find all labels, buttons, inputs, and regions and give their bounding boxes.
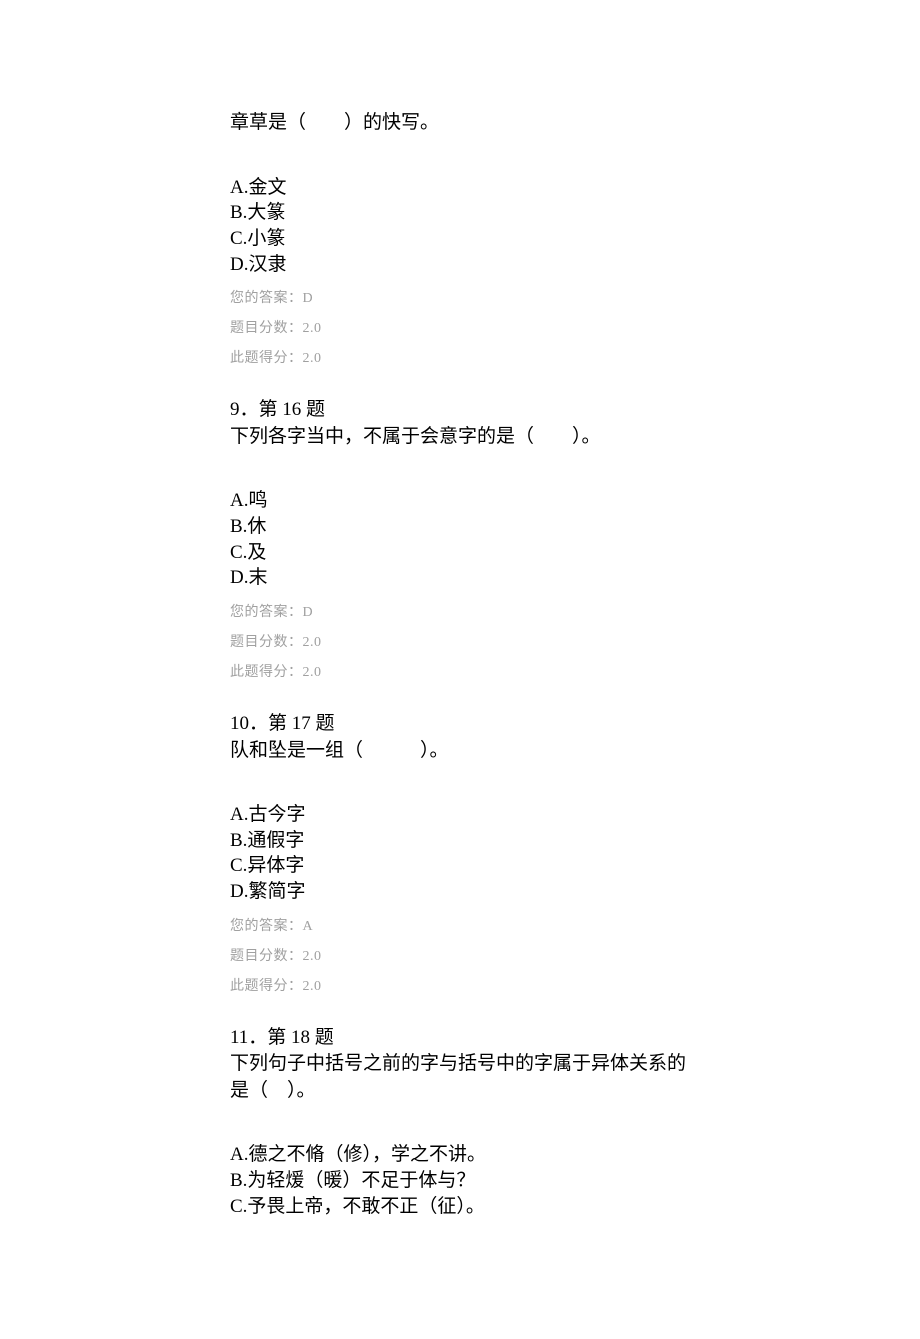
q10-your-answer: 您的答案：A [230,915,690,935]
q10-stem: 队和坠是一组（ ）。 [230,738,690,765]
q11-option-a: A.德之不脩（修），学之不讲。 [230,1142,690,1168]
q9-option-d: D.末 [230,565,690,591]
q9-stem: 下列各字当中，不属于会意字的是（ ）。 [230,424,690,451]
q9-earned-score: 此题得分：2.0 [230,661,690,681]
q8-earned-score: 此题得分：2.0 [230,347,690,367]
q10-header: 10．第 17 题 [230,711,690,738]
q8-option-a: A.金文 [230,175,690,201]
q8-your-answer: 您的答案：D [230,287,690,307]
q9-your-answer: 您的答案：D [230,601,690,621]
q11-stem: 下列句子中括号之前的字与括号中的字属于异体关系的是（ ）。 [230,1051,690,1104]
q10-option-a: A.古今字 [230,802,690,828]
q11-header: 11．第 18 题 [230,1025,690,1052]
q9-option-a: A.鸣 [230,488,690,514]
q10-option-b: B.通假字 [230,828,690,854]
q8-stem: 章草是（ ）的快写。 [230,110,690,137]
q9-option-c: C.及 [230,540,690,566]
q9-header: 9．第 16 题 [230,397,690,424]
q9-max-score: 题目分数：2.0 [230,631,690,651]
q9-options: A.鸣 B.休 C.及 D.末 [230,488,690,591]
q11-options: A.德之不脩（修），学之不讲。 B.为轻煖（暖）不足于体与？ C.予畏上帝，不敢… [230,1142,690,1219]
q10-earned-score: 此题得分：2.0 [230,975,690,995]
q10-max-score: 题目分数：2.0 [230,945,690,965]
q8-options: A.金文 B.大篆 C.小篆 D.汉隶 [230,175,690,278]
q8-option-d: D.汉隶 [230,252,690,278]
q11-option-c: C.予畏上帝，不敢不正（征）。 [230,1194,690,1220]
q10-option-d: D.繁简字 [230,879,690,905]
q8-option-c: C.小篆 [230,226,690,252]
q8-option-b: B.大篆 [230,200,690,226]
q9-option-b: B.休 [230,514,690,540]
q10-options: A.古今字 B.通假字 C.异体字 D.繁简字 [230,802,690,905]
q8-max-score: 题目分数：2.0 [230,317,690,337]
q10-option-c: C.异体字 [230,853,690,879]
q11-option-b: B.为轻煖（暖）不足于体与？ [230,1168,690,1194]
